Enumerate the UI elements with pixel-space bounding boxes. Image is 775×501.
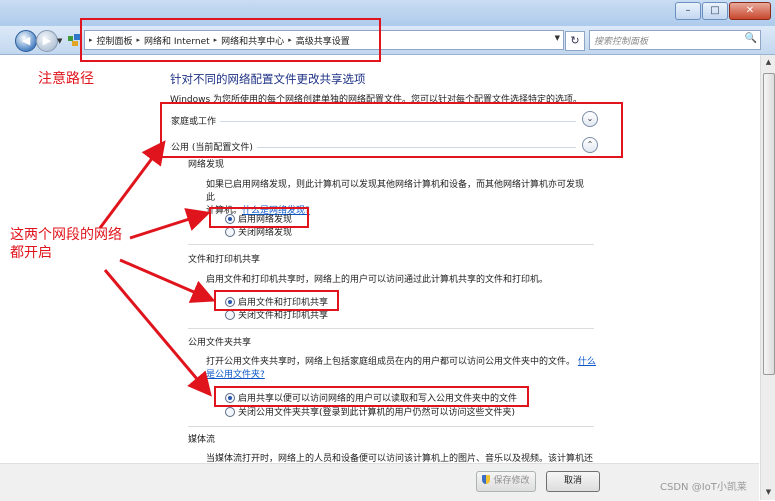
vertical-scrollbar[interactable]: ▲ ▼ xyxy=(760,55,775,500)
save-changes-button[interactable]: 保存修改 xyxy=(476,471,536,492)
public-folder-description: 打开公用文件夹共享时，网络上包括家庭组成员在内的用户都可以访问公用文件夹中的文件… xyxy=(206,356,596,382)
fileprint-description: 启用文件和打印机共享时，网络上的用户可以访问通过此计算机共享的文件和打印机。 xyxy=(206,275,549,285)
annotation-box-address xyxy=(80,18,381,62)
annotation-box-public-folder xyxy=(214,386,529,407)
section-title-discovery: 网络发现 xyxy=(188,160,225,170)
annotation-both-enabled-line2: 都开启 xyxy=(10,245,52,261)
radio-unselected-icon xyxy=(225,309,235,320)
watermark: CSDN @IoT小凯莱 xyxy=(660,482,747,493)
address-dropdown[interactable]: ▼ xyxy=(555,34,560,42)
cancel-button[interactable]: 取消 xyxy=(546,471,600,492)
section-title-public-folder: 公用文件夹共享 xyxy=(188,338,252,348)
section-title-file-printer: 文件和打印机共享 xyxy=(188,255,261,265)
back-button[interactable]: ◀ xyxy=(15,30,37,52)
public-folder-help-link-part1[interactable]: 什么 xyxy=(578,357,596,367)
uac-shield-icon xyxy=(482,475,491,484)
refresh-button[interactable]: ↻ xyxy=(565,31,585,51)
page-title: 针对不同的网络配置文件更改共享选项 xyxy=(170,72,366,86)
forward-button[interactable]: ▶ xyxy=(36,30,58,52)
annotation-box-profiles xyxy=(160,102,623,158)
close-button[interactable]: ✕ xyxy=(729,2,771,20)
discovery-desc-line1: 如果已启用网络发现，则此计算机可以发现其他网络计算机和设备，而其他网络计算机亦可… xyxy=(206,180,585,203)
scroll-up-arrow-icon[interactable]: ▲ xyxy=(761,55,775,70)
section-divider xyxy=(188,244,594,245)
recent-pages-dropdown[interactable]: ▼ xyxy=(57,37,62,45)
search-input[interactable]: 搜索控制面板 🔍 xyxy=(589,30,761,50)
maximize-button[interactable]: □ xyxy=(702,2,728,20)
radio-unselected-icon xyxy=(225,406,235,417)
annotation-box-discovery xyxy=(209,207,309,228)
control-panel-icon xyxy=(68,34,80,46)
public-folder-desc-text: 打开公用文件夹共享时，网络上包括家庭组成员在内的用户都可以访问公用文件夹中的文件… xyxy=(206,357,576,367)
save-changes-label: 保存修改 xyxy=(493,476,530,486)
section-divider xyxy=(188,328,594,329)
button-bar: 保存修改 取消 xyxy=(0,463,759,501)
annotation-path-note: 注意路径 xyxy=(38,71,94,87)
section-title-media: 媒体流 xyxy=(188,435,216,445)
minimize-button[interactable]: – xyxy=(675,2,701,20)
search-icon[interactable]: 🔍 xyxy=(745,33,757,44)
search-placeholder: 搜索控制面板 xyxy=(594,37,649,47)
radio-unselected-icon xyxy=(225,226,235,237)
section-divider xyxy=(188,426,594,427)
window-controls: – □ ✕ xyxy=(675,2,771,20)
public-folder-help-link-part2[interactable]: 是公用文件夹? xyxy=(206,370,265,380)
scrollbar-thumb[interactable] xyxy=(763,73,775,375)
scroll-down-arrow-icon[interactable]: ▼ xyxy=(761,485,775,500)
annotation-box-file-printer xyxy=(214,290,339,311)
annotation-both-enabled-line1: 这两个网段的网络 xyxy=(10,227,122,243)
